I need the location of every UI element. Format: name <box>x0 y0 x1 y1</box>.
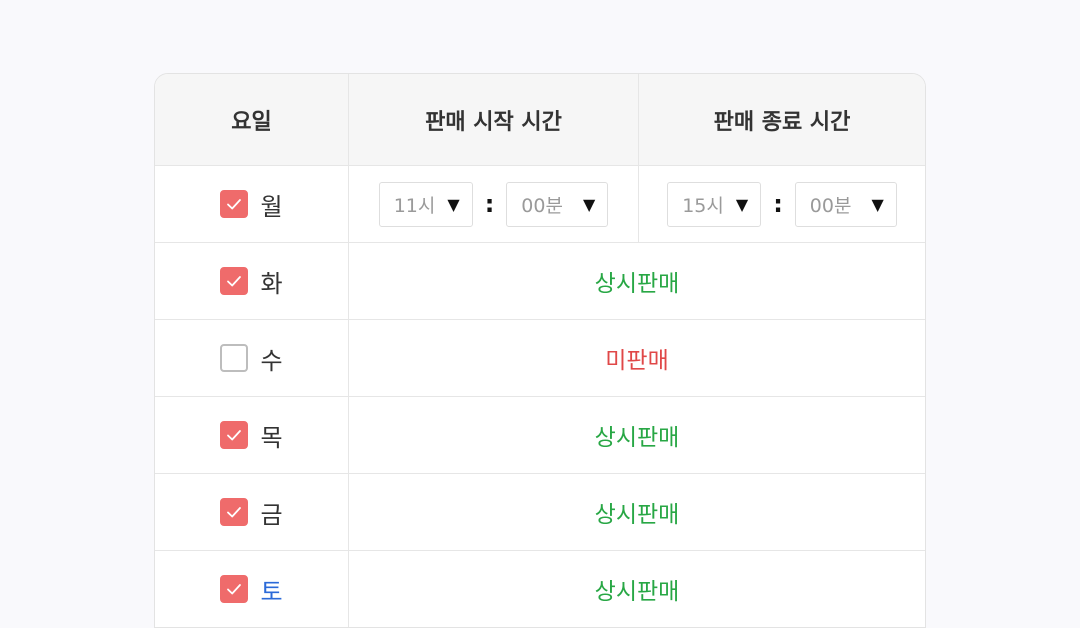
time-separator: : <box>484 190 495 218</box>
sales-schedule-table: 요일 판매 시작 시간 판매 종료 시간 월 11시 ▼ : 00분 ▼ 15시 ▼ … <box>154 73 926 628</box>
day-checkbox-tue[interactable] <box>220 267 249 295</box>
sales-status: 상시판매 <box>594 579 680 605</box>
sales-status: 상시판매 <box>594 425 680 451</box>
check-icon <box>227 507 242 518</box>
caret-down-icon: ▼ <box>447 194 460 214</box>
day-label: 목 <box>260 423 283 452</box>
start-time-cell: 11시 ▼ : 00분 ▼ <box>349 166 639 242</box>
caret-down-icon: ▼ <box>582 194 596 214</box>
day-checkbox-mon[interactable] <box>220 190 249 218</box>
check-icon <box>227 584 242 595</box>
caret-down-icon: ▼ <box>735 194 749 214</box>
end-minute-select[interactable]: 00분 ▼ <box>794 181 897 227</box>
sales-status: 상시판매 <box>594 271 680 297</box>
sales-status: 미판매 <box>605 348 669 374</box>
end-hour-select[interactable]: 15시 ▼ <box>667 181 762 227</box>
day-label: 월 <box>260 192 283 221</box>
caret-down-icon: ▼ <box>871 194 884 214</box>
header-day: 요일 <box>155 74 349 165</box>
day-cell: 금 <box>155 474 349 550</box>
day-checkbox-sat[interactable] <box>220 575 249 603</box>
table-row-sat: 토 상시판매 <box>155 551 925 627</box>
table-row-fri: 금 상시판매 <box>155 474 925 551</box>
start-hour-select[interactable]: 11시 ▼ <box>378 181 473 227</box>
check-icon <box>227 430 242 441</box>
day-cell: 목 <box>155 397 349 473</box>
check-icon <box>227 199 242 210</box>
day-label: 수 <box>260 346 283 375</box>
header-end-time: 판매 종료 시간 <box>713 109 851 135</box>
header-start-time: 판매 시작 시간 <box>349 74 639 165</box>
table-header: 요일 판매 시작 시간 판매 종료 시간 <box>155 74 925 166</box>
start-minute-select[interactable]: 00분 ▼ <box>506 181 609 227</box>
day-cell: 월 <box>155 166 349 242</box>
day-label: 화 <box>260 269 283 298</box>
day-cell: 화 <box>155 243 349 319</box>
day-cell: 수 <box>155 320 349 396</box>
end-time-cell: 15시 ▼ : 00분 ▼ <box>639 166 925 242</box>
day-checkbox-thu[interactable] <box>220 421 249 449</box>
table-row-thu: 목 상시판매 <box>155 397 925 474</box>
day-label: 금 <box>260 500 283 529</box>
sales-status: 상시판매 <box>594 502 680 528</box>
check-icon <box>227 276 242 287</box>
day-checkbox-wed[interactable] <box>220 344 249 372</box>
time-separator: : <box>773 190 783 218</box>
day-checkbox-fri[interactable] <box>220 498 249 526</box>
table-row-mon: 월 11시 ▼ : 00분 ▼ 15시 ▼ : 00분 ▼ <box>155 166 925 243</box>
table-row-wed: 수 미판매 <box>155 320 925 397</box>
day-cell: 토 <box>155 551 349 627</box>
table-row-tue: 화 상시판매 <box>155 243 925 320</box>
day-label: 토 <box>260 577 283 606</box>
